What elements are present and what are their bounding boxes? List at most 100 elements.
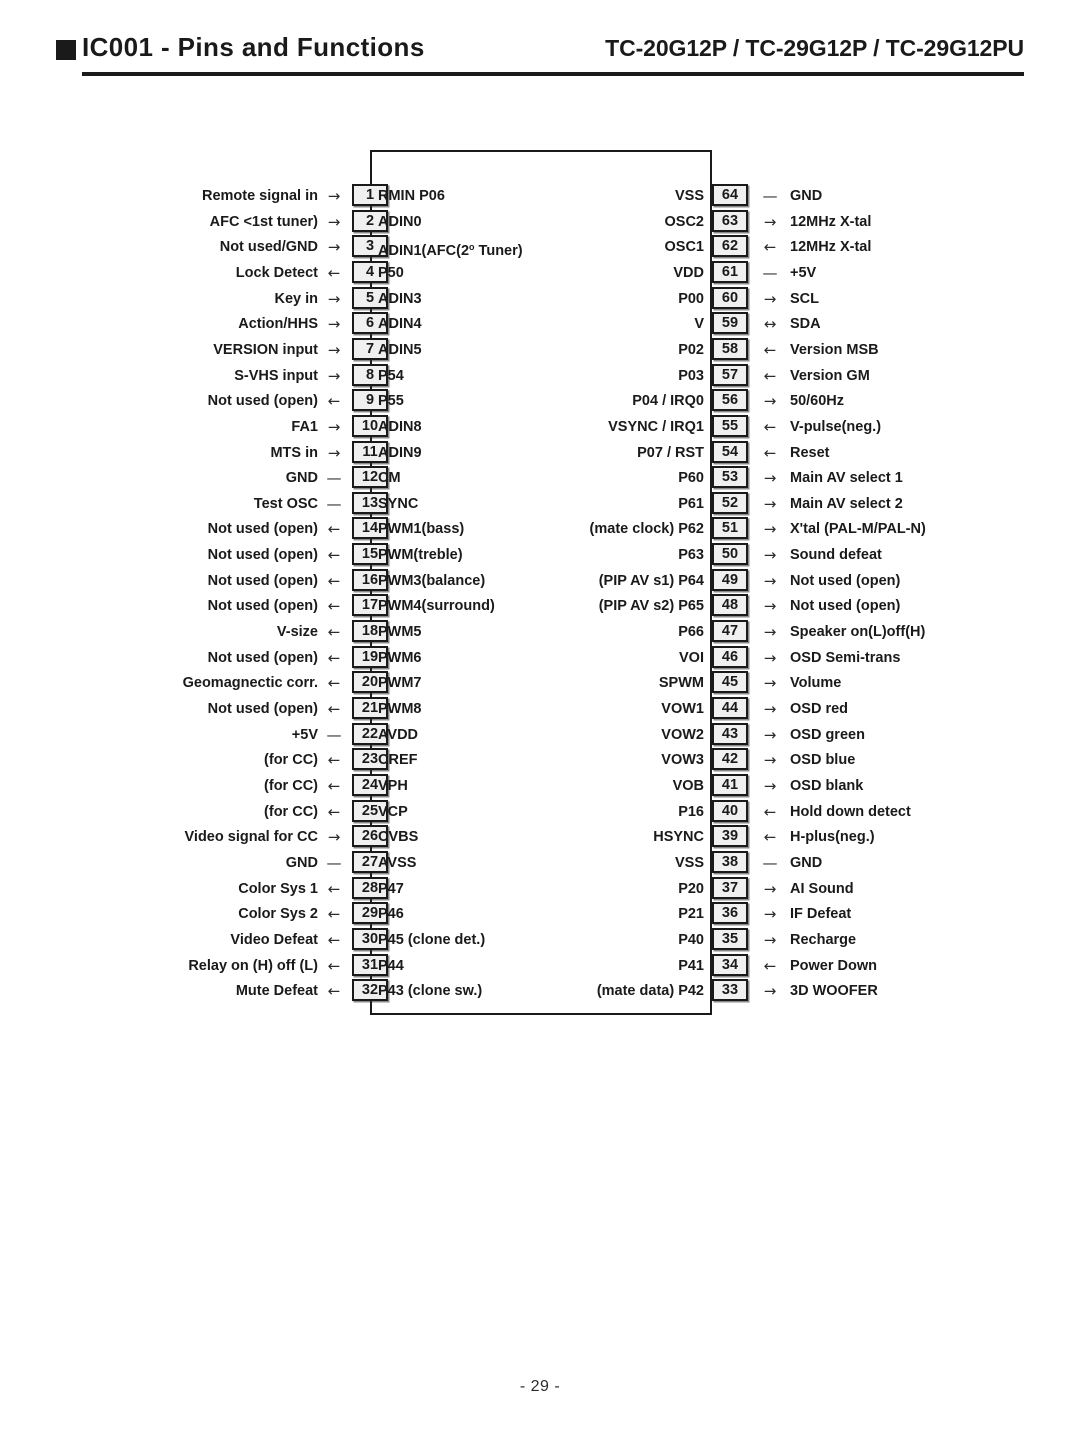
pin-signal-name-right: P20 — [678, 880, 704, 897]
pin-direction-arrow-left: — — [326, 469, 342, 488]
pin-direction-arrow-right: ← — [763, 366, 777, 385]
pin-function-label-right: Hold down detect — [790, 803, 911, 820]
pin-row: FA1 → 10 ADIN8 VSYNC / IRQ1 55 ← V-pulse(neg.) — [0, 414, 1080, 439]
pin-signal-name-right: VOW3 — [661, 752, 704, 769]
pin-row: VERSION input → 7 ADIN5 P02 58 ← Version MSB — [0, 337, 1080, 362]
pin-signal-name-right: P66 — [678, 624, 704, 641]
pin-function-label-left: Not used (open) — [207, 598, 318, 615]
pin-signal-name-right: P02 — [678, 341, 704, 358]
pin-direction-arrow-right: → — [763, 546, 777, 565]
pin-function-label-left: S-VHS input — [234, 367, 318, 384]
pin-function-label-right: OSD red — [790, 701, 849, 717]
pin-function-label-right: Version GM — [790, 367, 870, 384]
pin-function-label-left: Action/HHS — [238, 316, 318, 333]
pin-function-label-right: X'tal (PAL-M/PAL-N) — [790, 521, 926, 538]
pin-direction-arrow-right: → — [763, 700, 777, 718]
pin-signal-name-right: P04 / IRQ0 — [632, 393, 704, 410]
pin-direction-arrow-right: → — [763, 597, 777, 616]
pin-direction-arrow-left: → — [327, 289, 341, 308]
pin-signal-name-right: SPWM — [658, 675, 704, 692]
pin-signal-name-right: VSYNC / IRQ1 — [608, 418, 704, 435]
pin-function-label-left: Video signal for CC — [184, 829, 318, 846]
pin-signal-name-right: (mate data) P42 — [596, 983, 704, 1000]
pin-direction-arrow-right: → — [763, 674, 777, 693]
pin-number-box-right: 48 — [712, 594, 748, 617]
pin-number-box-right: 53 — [712, 466, 748, 489]
pin-number-box-right: 45 — [712, 671, 748, 694]
pin-number-box-right: 64 — [712, 184, 748, 206]
pin-direction-arrow-right: — — [762, 263, 778, 282]
pin-row: GND —27 AVSS VSS 38— GND — [0, 850, 1080, 875]
pin-signal-name-right: VOW1 — [661, 701, 704, 717]
pin-direction-arrow-right: → — [763, 571, 777, 590]
pin-number-box-right: 40 — [712, 799, 748, 822]
pin-function-label-right: Main AV select 2 — [790, 495, 903, 512]
pin-direction-arrow-right: ← — [763, 238, 777, 257]
pin-function-label-left: Color Sys 2 — [238, 906, 318, 923]
pin-number-box-right: 38 — [712, 850, 748, 873]
pin-signal-name-right: P40 — [678, 931, 704, 948]
pin-function-label-left: Not used (open) — [207, 547, 318, 564]
pin-direction-arrow-left: ← — [327, 905, 341, 924]
pin-row: AFC <1st tuner) → 2 ADIN0 OSC2 63 → 12MHz X-tal — [0, 209, 1080, 234]
pin-function-label-left: AFC <1st tuner) — [209, 213, 318, 230]
pin-signal-name-right: (PIP AV s2) P65 — [598, 598, 704, 615]
pin-function-label-left: VERSION input — [213, 341, 318, 358]
pin-function-label-right: IF Defeat — [790, 906, 852, 923]
pin-function-label-left: Geomagnectic corr. — [182, 675, 318, 692]
pin-row: Not used (open) ← 9 P55 P04 / IRQ0 56 → 50/60Hz — [0, 389, 1080, 413]
pin-direction-arrow-left: ← — [327, 802, 341, 821]
pin-row: Not used (open) ← 14 PWM1(bass) (mate clock)… — [0, 517, 1080, 541]
pin-direction-arrow-right: → — [763, 982, 777, 1001]
pin-number-box-right: 47 — [712, 620, 748, 643]
pin-direction-arrow-left: — — [326, 725, 342, 744]
pin-row: Remote signal in → 1 RMIN P06 VSS 64— GND — [0, 184, 1080, 208]
pin-row: Key in → 5 ADIN3 P00 60 → SCL — [0, 286, 1080, 311]
ic-pinout-diagram: Remote signal in → 1 RMIN P06 VSS 64— GND AFC <… — [0, 0, 1080, 1441]
pin-direction-arrow-right: ← — [763, 956, 777, 975]
pin-number-box-right: 35 — [712, 927, 748, 950]
pin-direction-arrow-left: ← — [327, 751, 341, 770]
pin-row: Not used/GND → 3 ADIN1(AFC(2o Tuner) OSC1 62 ←… — [0, 235, 1080, 259]
pin-function-label-right: 12MHz X-tal — [790, 213, 872, 230]
pin-function-label-right: GND — [790, 188, 823, 204]
pin-function-label-right: AI Sound — [790, 880, 854, 897]
pin-number-box-right: 46 — [712, 645, 748, 668]
pin-number-box-right: 33 — [712, 979, 748, 1002]
pin-number-box-right: 39 — [712, 825, 748, 848]
pin-function-label-left: Mute Defeat — [235, 983, 318, 1000]
pin-row: (for CC) ← 23 CREF VOW3 42 → OSD blue — [0, 748, 1080, 772]
pin-number-box-right: 36 — [712, 902, 748, 925]
pin-row: S-VHS input → 8 P54 P03 57 ← Version GM — [0, 363, 1080, 388]
pin-direction-arrow-left: → — [327, 340, 341, 359]
pin-direction-arrow-left: → — [327, 828, 341, 847]
pin-row: Video signal for CC → 26 CVBS HSYNC 39 ← H-plus… — [0, 825, 1080, 849]
pin-function-label-right: Speaker on(L)off(H) — [790, 624, 926, 641]
pin-function-label-left: (for CC) — [264, 752, 318, 769]
pin-direction-arrow-left: ← — [327, 956, 341, 975]
pin-direction-arrow-left: ← — [327, 546, 341, 565]
pin-function-label-left: Not used (open) — [207, 701, 318, 717]
pin-direction-arrow-left: → — [327, 443, 341, 462]
pin-number-box-right: 50 — [712, 543, 748, 566]
pin-direction-arrow-left: ← — [327, 623, 341, 642]
pin-signal-name-right: OSC1 — [664, 239, 705, 256]
pin-row: Not used (open) ← 15 PWM(treble) P63 50 → Sound… — [0, 543, 1080, 567]
pin-direction-arrow-left: → — [327, 212, 341, 231]
pin-number-box-right: 42 — [712, 748, 748, 771]
pin-direction-arrow-right: → — [763, 905, 777, 924]
pin-signal-name-right: V — [694, 316, 704, 333]
pin-direction-arrow-left: → — [327, 366, 341, 385]
pin-direction-arrow-left: ← — [327, 520, 341, 539]
pin-direction-arrow-right: → — [763, 751, 777, 770]
pin-number-box-right: 52 — [712, 491, 748, 514]
pin-direction-arrow-right: → — [763, 469, 777, 488]
pin-direction-arrow-right: → — [763, 520, 777, 539]
pin-row: Relay on (H) off (L) ← 31 P44 P41 34 ← Power Do… — [0, 953, 1080, 978]
pin-row: Not used (open) ← 19 PWM6 VOI 46 → OSD Semi-tra… — [0, 645, 1080, 670]
pin-function-label-right: Version MSB — [790, 341, 879, 358]
pin-direction-arrow-right: → — [763, 725, 777, 744]
pin-function-label-left: MTS in — [270, 444, 318, 461]
pin-row: Not used (open) ← 16 PWM3(balance) (PIP AV s… — [0, 568, 1080, 593]
pin-function-label-left: Key in — [274, 290, 318, 307]
